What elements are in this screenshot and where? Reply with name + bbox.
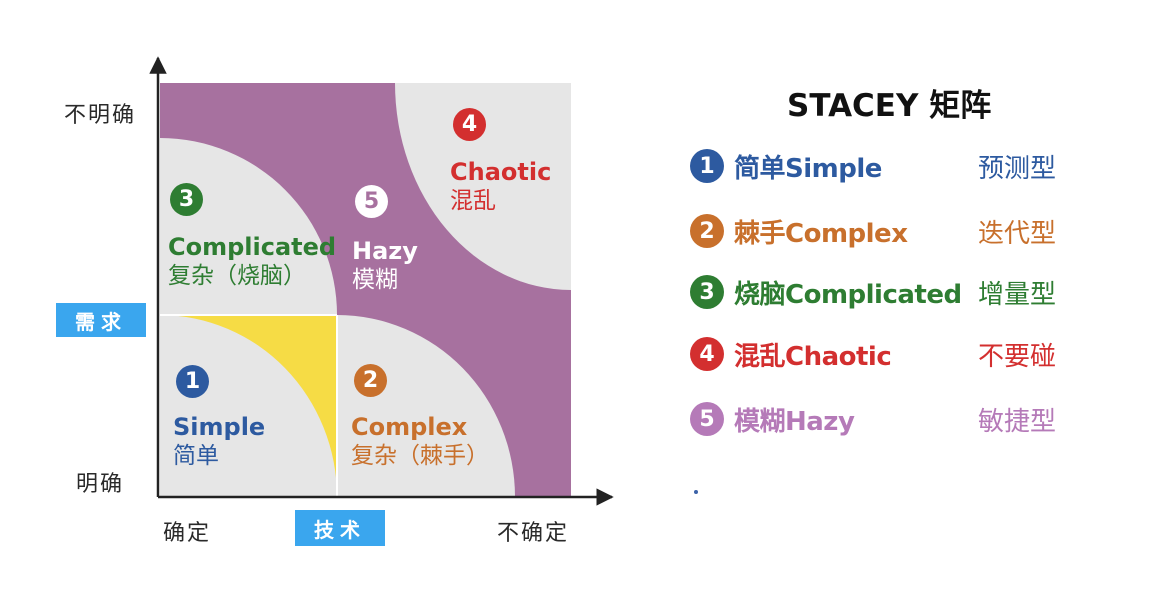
zone-chaotic-label: Chaotic 混乱 (450, 157, 551, 216)
y-axis-label: 需求 (56, 303, 146, 337)
zone-complex-label: Complex 复杂（棘手） (351, 412, 489, 471)
legend-name-hazy: 模糊Hazy (734, 406, 855, 437)
legend-name-complicated: 烧脑Complicated (734, 279, 962, 310)
legend-item-complex: 2 棘手Complex 迭代型 (690, 211, 1056, 251)
zone-1-badge: 1 (176, 365, 209, 398)
zone-3-badge: 3 (170, 183, 203, 216)
legend-item-simple: 1 简单Simple 预测型 (690, 146, 1056, 186)
legend-item-hazy: 5 模糊Hazy 敏捷型 (690, 399, 1056, 439)
legend-badge-3: 3 (690, 275, 724, 309)
x-axis-label: 技术 (295, 510, 385, 546)
zone-complicated-en: Complicated (168, 233, 337, 261)
legend-badge-5: 5 (690, 402, 724, 436)
legend-item-complicated: 3 烧脑Complicated 增量型 (690, 272, 1056, 312)
legend-approach-complex: 迭代型 (978, 218, 1057, 249)
legend-name-complex: 棘手Complex (734, 218, 908, 249)
zone-chaotic-en: Chaotic (450, 158, 552, 186)
stray-dot (694, 490, 698, 494)
zone-hazy-en: Hazy (352, 237, 418, 265)
zone-hazy-label: Hazy 模糊 (352, 236, 418, 295)
legend-approach-chaotic: 不要碰 (978, 341, 1057, 372)
zone-5-badge: 5 (355, 185, 388, 218)
legend-approach-complicated: 增量型 (978, 279, 1057, 310)
zone-4-badge: 4 (453, 108, 486, 141)
legend-approach-hazy: 敏捷型 (978, 406, 1057, 437)
zone-simple-en: Simple (173, 413, 266, 441)
legend-badge-4: 4 (690, 337, 724, 371)
legend-title: STACEY 矩阵 (787, 88, 992, 124)
legend-badge-2: 2 (690, 214, 724, 248)
legend-name-simple: 简单Simple (734, 153, 882, 184)
zone-simple-zh: 简单 (173, 443, 219, 469)
zone-complex-en: Complex (351, 413, 468, 441)
x-tick-certain: 确定 (163, 521, 212, 546)
y-tick-certain: 明确 (76, 472, 125, 497)
legend-approach-simple: 预测型 (978, 153, 1057, 184)
x-tick-uncertain: 不确定 (497, 521, 570, 546)
zone-2-badge: 2 (354, 364, 387, 397)
y-tick-uncertain: 不明确 (64, 103, 137, 128)
legend-name-chaotic: 混乱Chaotic (734, 341, 892, 372)
zone-complex-zh: 复杂（棘手） (351, 443, 489, 469)
zone-chaotic-zh: 混乱 (450, 188, 496, 214)
legend-item-chaotic: 4 混乱Chaotic 不要碰 (690, 334, 1056, 374)
legend-badge-1: 1 (690, 149, 724, 183)
zone-complicated-zh: 复杂（烧脑） (168, 263, 306, 289)
zone-simple-label: Simple 简单 (173, 412, 265, 471)
zone-complicated-label: Complicated 复杂（烧脑） (168, 232, 336, 291)
zone-hazy-zh: 模糊 (352, 267, 398, 293)
